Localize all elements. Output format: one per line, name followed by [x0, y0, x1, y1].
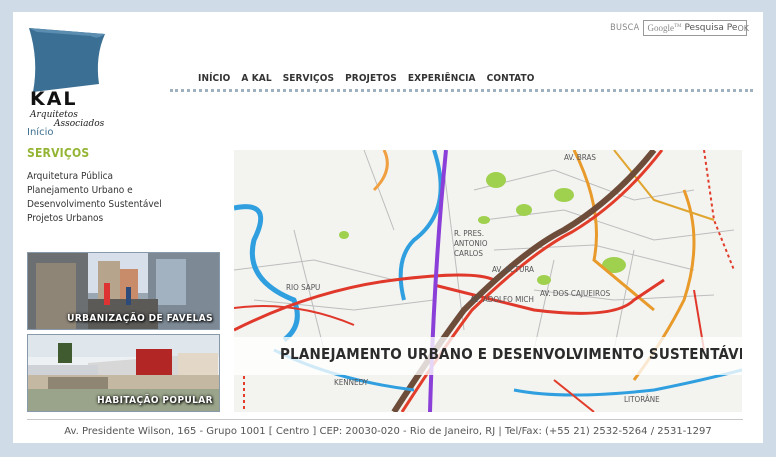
service-link-planejamento[interactable]: Planejamento Urbano e	[27, 184, 162, 198]
thumb-urbanizacao[interactable]: URBANIZAÇÃO DE FAVELAS	[27, 252, 220, 330]
search-area: BUSCA GoogleTM Pesquisa Pe OK	[610, 20, 749, 36]
footer-address: Av. Presidente Wilson, 165 - Grupo 1001 …	[64, 426, 712, 437]
thumb-caption-habitacao: HABITAÇÃO POPULAR	[97, 395, 213, 406]
nav-servicos[interactable]: SERVIÇOS	[283, 73, 334, 84]
map-label-pres: R. PRES.	[454, 229, 484, 238]
search-placeholder: Pesquisa Pe	[684, 23, 738, 33]
page-container: KAL Arquitetos Associados BUSCA GoogleTM…	[13, 12, 763, 443]
nav-experiencia[interactable]: EXPERIÊNCIA	[408, 73, 476, 84]
service-link-arquitetura[interactable]: Arquitetura Pública	[27, 170, 162, 184]
search-label: BUSCA	[610, 23, 640, 33]
search-input[interactable]: GoogleTM Pesquisa Pe	[643, 20, 748, 36]
logo-line2: Associados	[54, 119, 105, 129]
map-label-adolfo: AV. ADOLFO MICH	[470, 295, 534, 304]
services-list: Arquitetura Pública Planejamento Urbano …	[27, 170, 162, 226]
thumb-habitacao[interactable]: HABITAÇÃO POPULAR	[27, 334, 220, 412]
map-label-cajueiros: AV. DOS CAJUEIROS	[540, 289, 611, 298]
map-label-antonio: ANTONIO	[454, 239, 488, 248]
nav-inicio[interactable]: INÍCIO	[198, 73, 230, 84]
nav-contato[interactable]: CONTATO	[487, 73, 535, 84]
service-link-projetos[interactable]: Projetos Urbanos	[27, 212, 162, 226]
logo-flag-icon	[29, 28, 105, 92]
section-title: SERVIÇOS	[27, 146, 90, 160]
map-label-litoranea: LITORÂNE	[624, 393, 660, 404]
nav-divider	[170, 89, 753, 92]
urban-plan-map: R. PRES. ANTONIO CARLOS AV. ACTURA AV. A…	[234, 150, 742, 412]
nav-projetos[interactable]: PROJETOS	[345, 73, 397, 84]
breadcrumb[interactable]: Início	[27, 127, 53, 138]
main-nav: INÍCIO A KAL SERVIÇOS PROJETOS EXPERIÊNC…	[198, 73, 534, 84]
map-caption: PLANEJAMENTO URBANO E DESENVOLVIMENTO SU…	[280, 345, 742, 363]
map-label-rio: RIO SAPU	[286, 283, 320, 292]
map-label-carlos: CARLOS	[454, 249, 483, 258]
map-label-bras: AV. BRAS	[564, 153, 596, 162]
google-watermark: GoogleTM	[647, 23, 682, 33]
thumb-caption-urbanizacao: URBANIZAÇÃO DE FAVELAS	[67, 313, 213, 324]
kal-logo[interactable]: KAL Arquitetos Associados	[27, 26, 107, 129]
service-link-planejamento-cont[interactable]: Desenvolvimento Sustentável	[27, 198, 162, 212]
map-label-actura: AV. ACTURA	[492, 265, 534, 274]
nav-a-kal[interactable]: A KAL	[241, 73, 271, 84]
search-ok-button[interactable]: OK	[737, 24, 749, 33]
footer-divider	[27, 419, 743, 420]
logo-kal-text: KAL	[30, 88, 78, 110]
map-label-kennedy: KENNEDY	[334, 378, 369, 387]
map-caption-band: PLANEJAMENTO URBANO E DESENVOLVIMENTO SU…	[234, 337, 742, 375]
